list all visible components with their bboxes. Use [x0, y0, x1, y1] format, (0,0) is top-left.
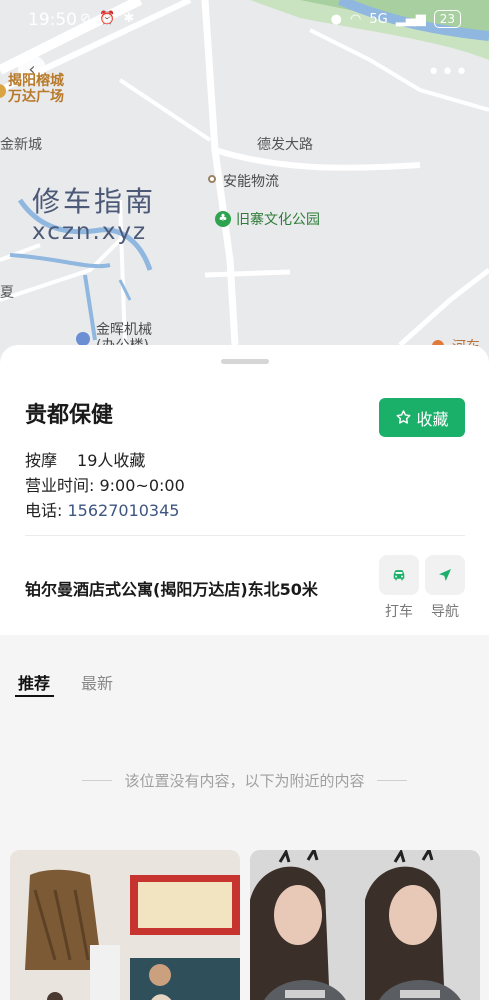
tab-recommend[interactable]: 推荐	[18, 670, 50, 694]
empty-notice: 该位置没有内容，以下为附近的内容	[0, 770, 489, 791]
status-bar: 19:50 ⊘ ⏰ ✱ ● ◠ 5G ▂▄▆ 23	[0, 0, 489, 40]
taxi-icon-box	[379, 555, 419, 595]
park-pin-icon: ♣	[215, 211, 231, 227]
status-time: 19:50	[28, 10, 77, 30]
nearby-card[interactable]	[10, 850, 240, 1000]
drag-handle[interactable]	[221, 359, 269, 364]
navigate-icon-box	[425, 555, 465, 595]
watermark-cn: 修车指南	[32, 185, 157, 218]
status-left-icons: ⊘ ⏰ ✱	[80, 11, 137, 26]
category: 按摩	[25, 451, 58, 470]
wifi-icon: ◠	[350, 11, 362, 27]
navigate-label: 导航	[431, 604, 459, 620]
place-detail-sheet: 贵都保健 收藏 按摩 19人收藏 营业时间: 9:00~0:00 电话: 1562…	[0, 345, 489, 635]
divider	[25, 535, 465, 536]
status-right: ● ◠ 5G ▂▄▆ 23	[331, 10, 461, 28]
signal-icon: ▂▄▆	[395, 11, 426, 27]
map-label-machinery[interactable]: 金晖机械	[96, 322, 152, 338]
more-options-button[interactable]: •••	[427, 60, 469, 85]
card-image	[250, 850, 480, 1000]
map-label-mall[interactable]: 揭阳榕城 万达广场	[8, 73, 64, 105]
navigation-arrow-icon	[439, 569, 451, 581]
network-label: 5G	[369, 11, 388, 27]
logistics-pin-icon	[208, 175, 216, 183]
location-icon: ●	[330, 11, 343, 27]
watermark: 修车指南 xczn.xyz	[32, 186, 156, 246]
watermark-en: xczn.xyz	[32, 219, 148, 245]
taxi-label: 打车	[385, 604, 413, 620]
notice-text: 该位置没有内容，以下为附近的内容	[124, 772, 365, 790]
star-icon	[397, 410, 411, 424]
opening-hours: 营业时间: 9:00~0:00	[25, 476, 185, 495]
taxi-button[interactable]: 打车	[379, 555, 419, 621]
battery-icon: 23	[433, 10, 461, 28]
map-view[interactable]: 19:50 ⊘ ⏰ ✱ ● ◠ 5G ▂▄▆ 23 ‹ ••• 揭阳榕城 万达广…	[0, 0, 489, 380]
map-label-new-city: 金新城	[0, 137, 42, 153]
favorite-button[interactable]: 收藏	[379, 398, 465, 437]
phone-number-link[interactable]: 15627010345	[67, 501, 179, 520]
notice-line-right	[376, 780, 407, 781]
taxi-icon	[393, 570, 405, 581]
favorites-count: 19人收藏	[77, 451, 146, 470]
machinery-pin-icon	[76, 332, 90, 346]
content-tabs: 推荐 最新	[0, 640, 489, 700]
place-name: 贵都保健	[25, 403, 114, 428]
active-tab-indicator	[15, 695, 54, 697]
notice-line-left	[82, 780, 113, 781]
map-label-park[interactable]: 旧寨文化公园	[236, 209, 320, 229]
phone-line: 电话: 15627010345	[25, 497, 179, 521]
tab-latest[interactable]: 最新	[81, 670, 113, 694]
navigate-button[interactable]: 导航	[425, 555, 465, 621]
map-label-edge-left: 夏	[0, 285, 14, 301]
address: 铂尔曼酒店式公寓(揭阳万达店)东北50米	[25, 580, 318, 599]
card-image	[10, 850, 240, 1000]
nearby-card[interactable]	[250, 850, 480, 1000]
phone-label: 电话:	[25, 501, 68, 520]
favorite-label: 收藏	[416, 409, 449, 429]
category-line: 按摩 19人收藏	[25, 447, 145, 471]
map-label-logistics[interactable]: 安能物流	[223, 171, 279, 191]
map-label-road: 德发大路	[257, 137, 313, 153]
